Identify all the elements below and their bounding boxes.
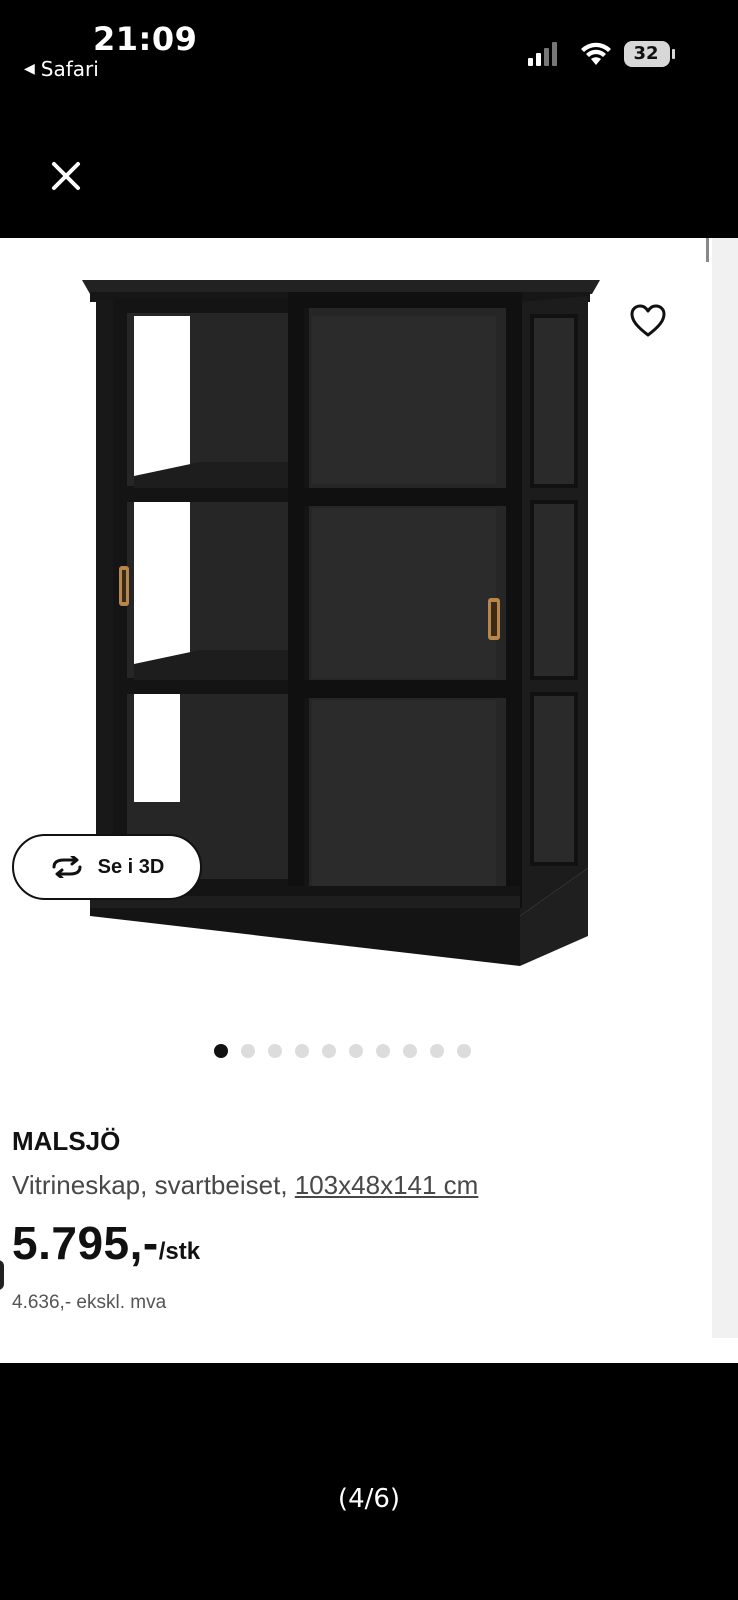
back-arrow-icon: ◀: [24, 61, 35, 77]
carousel-dot[interactable]: [349, 1044, 363, 1058]
product-description: Vitrineskap, svartbeiset, 103x48x141 cm: [12, 1170, 478, 1201]
edge-tab: [0, 1260, 4, 1290]
back-app-label: Safari: [40, 57, 99, 81]
carousel-dot[interactable]: [376, 1044, 390, 1058]
product-description-text: Vitrineskap, svartbeiset,: [12, 1170, 295, 1200]
view-in-3d-button[interactable]: Se i 3D: [12, 834, 202, 900]
price-amount: 5.795,-: [12, 1217, 159, 1269]
product-name: MALSJÖ: [12, 1126, 121, 1156]
photo-viewer: 21:09 ◀ Safari 32 Se i 3D MALSJÖ Vitrine…: [0, 0, 738, 1600]
status-time: 21:09: [93, 20, 198, 58]
image-carousel-dots[interactable]: [214, 1044, 471, 1058]
back-to-app-link[interactable]: ◀ Safari: [24, 57, 99, 81]
photo-page-indicator: (4/6): [337, 1484, 401, 1514]
carousel-dot[interactable]: [214, 1044, 228, 1058]
carousel-dot[interactable]: [403, 1044, 417, 1058]
carousel-dot[interactable]: [430, 1044, 444, 1058]
panel-edge: [712, 238, 738, 1338]
heart-icon[interactable]: [630, 304, 666, 338]
product-dimensions-link[interactable]: 103x48x141 cm: [295, 1170, 479, 1200]
price: 5.795,- /stk: [12, 1216, 200, 1270]
price-excluding-vat: 4.636,- ekskl. mva: [12, 1292, 167, 1313]
carousel-dot[interactable]: [241, 1044, 255, 1058]
battery-level: 32: [633, 43, 659, 64]
rotate-3d-icon: [52, 856, 82, 878]
view-in-3d-label: Se i 3D: [97, 855, 165, 878]
carousel-dot[interactable]: [268, 1044, 282, 1058]
carousel-dot[interactable]: [322, 1044, 336, 1058]
scroll-indicator: [706, 238, 709, 262]
cellular-signal-icon: [528, 42, 557, 66]
close-icon[interactable]: [48, 158, 84, 194]
product-screenshot: Se i 3D MALSJÖ Vitrineskap, svartbeiset,…: [0, 238, 738, 1363]
carousel-dot[interactable]: [295, 1044, 309, 1058]
wifi-icon: [581, 42, 611, 65]
price-unit: /stk: [158, 1238, 201, 1265]
carousel-dot[interactable]: [457, 1044, 471, 1058]
